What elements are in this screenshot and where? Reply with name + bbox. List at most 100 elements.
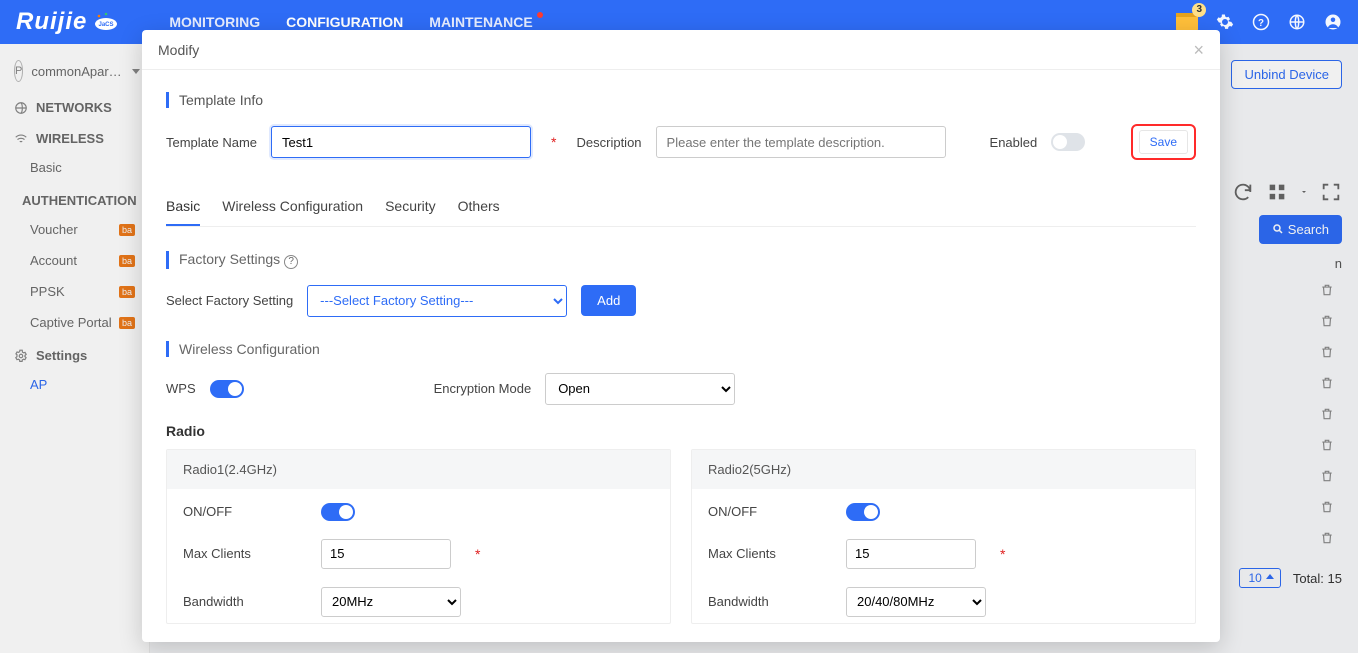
- nav-tab-monitoring[interactable]: MONITORING: [169, 14, 260, 30]
- modal-tabs: Basic Wireless Configuration Security Ot…: [166, 188, 1196, 227]
- chevron-down-icon[interactable]: [1300, 181, 1308, 203]
- add-button[interactable]: Add: [581, 285, 636, 316]
- radio2-maxclients-input[interactable]: [846, 539, 976, 569]
- wps-label: WPS: [166, 381, 196, 396]
- grid-icon[interactable]: [1266, 181, 1288, 203]
- enabled-toggle[interactable]: [1051, 133, 1085, 151]
- enabled-label: Enabled: [990, 135, 1038, 150]
- sidebar-item-label: Account: [30, 253, 77, 268]
- sidebar-label-settings: Settings: [36, 348, 87, 363]
- unbind-device-button[interactable]: Unbind Device: [1231, 60, 1342, 89]
- encryption-mode-label: Encryption Mode: [434, 381, 532, 396]
- search-button[interactable]: Search: [1259, 215, 1342, 244]
- svg-text:JaCS: JaCS: [99, 22, 114, 28]
- tab-others[interactable]: Others: [458, 188, 500, 226]
- nav-tab-maintenance-label: MAINTENANCE: [429, 14, 532, 30]
- sidebar-item-ppsk[interactable]: PPSKba: [0, 276, 149, 307]
- radio2-onoff-toggle[interactable]: [846, 503, 880, 521]
- notification-icon[interactable]: 3: [1176, 13, 1198, 31]
- notification-badge: 3: [1192, 3, 1206, 17]
- radio1-onoff-toggle[interactable]: [321, 503, 355, 521]
- section-title-factory-settings: Factory Settings?: [166, 251, 1196, 269]
- trash-icon[interactable]: [1320, 500, 1334, 517]
- encryption-mode-select[interactable]: Open: [545, 373, 735, 405]
- tab-security[interactable]: Security: [385, 188, 436, 226]
- trash-icon[interactable]: [1320, 314, 1334, 331]
- sidebar-item-voucher[interactable]: Voucherba: [0, 214, 149, 245]
- trash-icon[interactable]: [1320, 345, 1334, 362]
- description-label: Description: [577, 135, 642, 150]
- page-size-selector[interactable]: 10: [1239, 568, 1280, 588]
- sidebar-item-label: AP: [30, 377, 47, 392]
- section-title-wireless-config: Wireless Configuration: [166, 341, 1196, 357]
- top-nav: MONITORING CONFIGURATION MAINTENANCE: [169, 14, 532, 30]
- radio1-bandwidth-select[interactable]: 20MHz: [321, 587, 461, 617]
- radio2-bandwidth-label: Bandwidth: [708, 594, 828, 609]
- beta-badge-icon: ba: [119, 286, 135, 298]
- wifi-icon: [14, 132, 28, 146]
- select-factory-label: Select Factory Setting: [166, 293, 293, 308]
- project-icon: P: [14, 60, 23, 82]
- fullscreen-icon[interactable]: [1320, 181, 1342, 203]
- trash-icon[interactable]: [1320, 376, 1334, 393]
- chevron-down-icon: [132, 69, 140, 74]
- modal-title: Modify: [158, 42, 199, 58]
- refresh-icon[interactable]: [1232, 181, 1254, 203]
- sidebar-item-ap[interactable]: AP: [0, 369, 149, 400]
- wps-toggle[interactable]: [210, 380, 244, 398]
- sidebar-group-settings[interactable]: Settings: [0, 338, 149, 369]
- sidebar-item-account[interactable]: Account ba: [0, 245, 149, 276]
- globe-icon[interactable]: [1288, 13, 1306, 31]
- radio2-bandwidth-select[interactable]: 20/40/80MHz: [846, 587, 986, 617]
- sidebar-item-label: Captive Portal: [30, 315, 112, 330]
- nav-tab-maintenance[interactable]: MAINTENANCE: [429, 14, 532, 30]
- sidebar-group-networks[interactable]: NETWORKS: [0, 90, 149, 121]
- trash-icon[interactable]: [1320, 283, 1334, 300]
- sidebar-item-basic[interactable]: Basic: [0, 152, 149, 183]
- description-input[interactable]: [656, 126, 946, 158]
- close-icon[interactable]: ×: [1193, 41, 1204, 59]
- radio1-card: Radio1(2.4GHz) ON/OFF Max Clients * Ba: [166, 449, 671, 624]
- tab-wireless-configuration[interactable]: Wireless Configuration: [222, 188, 363, 226]
- radio2-onoff-label: ON/OFF: [708, 504, 828, 519]
- save-highlight-box: Save: [1131, 124, 1196, 160]
- radio1-maxclients-label: Max Clients: [183, 546, 303, 561]
- template-name-label: Template Name: [166, 135, 257, 150]
- help-icon[interactable]: ?: [1252, 13, 1270, 31]
- brand-cloud-icon: JaCS: [93, 12, 119, 32]
- search-button-label: Search: [1288, 222, 1329, 237]
- gear-icon[interactable]: [1216, 13, 1234, 31]
- trash-icon[interactable]: [1320, 531, 1334, 548]
- globe-icon: [14, 101, 28, 115]
- radio1-bandwidth-label: Bandwidth: [183, 594, 303, 609]
- sidebar-item-label: Voucher: [30, 222, 78, 237]
- trash-icon[interactable]: [1320, 469, 1334, 486]
- sidebar: P commonApar… NETWORKS WIRELESS Basic AU…: [0, 44, 150, 653]
- beta-badge-icon: ba: [119, 255, 135, 267]
- trash-icon[interactable]: [1320, 438, 1334, 455]
- save-button[interactable]: Save: [1139, 130, 1188, 154]
- alert-dot-icon: [537, 12, 543, 18]
- sidebar-group-authentication[interactable]: AUTHENTICATION: [0, 183, 149, 214]
- total-count: Total: 15: [1293, 571, 1342, 586]
- template-name-input[interactable]: [271, 126, 531, 158]
- beta-badge-icon: ba: [119, 317, 135, 329]
- nav-tab-configuration[interactable]: CONFIGURATION: [286, 14, 403, 30]
- help-icon[interactable]: ?: [284, 255, 298, 269]
- radio1-header: Radio1(2.4GHz): [167, 450, 670, 489]
- radio2-card: Radio2(5GHz) ON/OFF Max Clients * Band: [691, 449, 1196, 624]
- trash-icon[interactable]: [1320, 407, 1334, 424]
- project-selector[interactable]: P commonApar…: [0, 52, 149, 90]
- user-icon[interactable]: [1324, 13, 1342, 31]
- radio2-header: Radio2(5GHz): [692, 450, 1195, 489]
- factory-setting-select[interactable]: ---Select Factory Setting---: [307, 285, 567, 317]
- tab-basic[interactable]: Basic: [166, 188, 200, 226]
- project-name: commonApar…: [31, 64, 121, 79]
- sidebar-label-wireless: WIRELESS: [36, 131, 104, 146]
- sidebar-group-wireless[interactable]: WIRELESS: [0, 121, 149, 152]
- header-actions: 3 ?: [1176, 13, 1342, 31]
- required-indicator: *: [551, 134, 556, 150]
- radio-section-title: Radio: [166, 423, 1196, 439]
- radio1-maxclients-input[interactable]: [321, 539, 451, 569]
- sidebar-item-captive-portal[interactable]: Captive Portal ba: [0, 307, 149, 338]
